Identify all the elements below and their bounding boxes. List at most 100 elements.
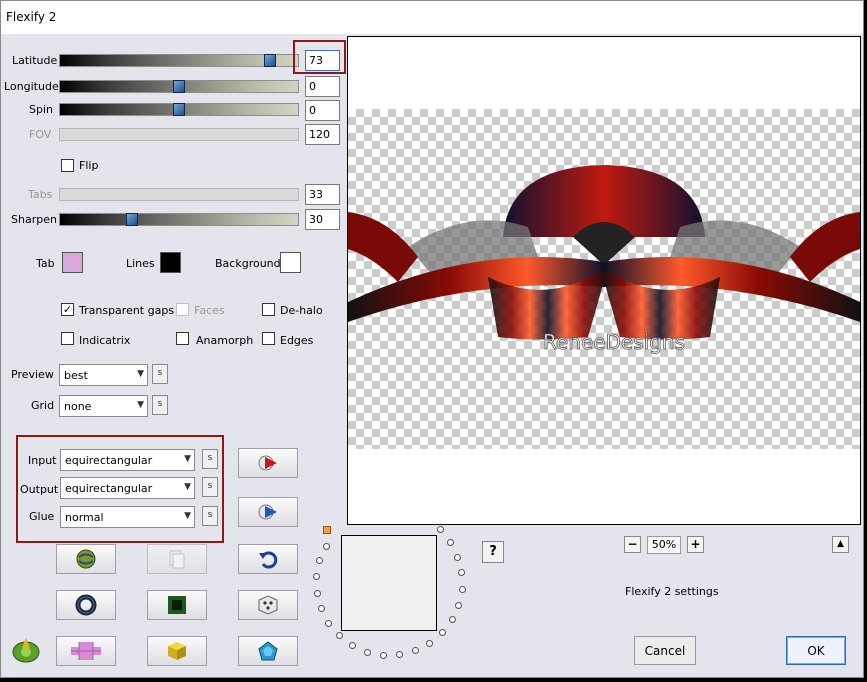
dialog-body: Latitude 73 Longitude 0 Spin 0 FOV 120 F… xyxy=(1,34,863,677)
tile-button[interactable] xyxy=(56,636,116,666)
polyhedron-button[interactable] xyxy=(238,636,298,666)
input-projection-value: equirectangular xyxy=(65,454,153,467)
anamorph-checkbox[interactable] xyxy=(176,332,189,345)
random-button[interactable] xyxy=(238,590,298,620)
input-projection-select[interactable]: equirectangular ▼ xyxy=(60,449,195,471)
globe-button[interactable] xyxy=(56,544,116,574)
dial-dot[interactable] xyxy=(313,589,321,597)
puzzle-icon xyxy=(71,642,101,660)
latitude-label: Latitude xyxy=(12,54,58,67)
navigator-thumbnail[interactable] xyxy=(341,535,437,631)
zoom-in-button[interactable]: + xyxy=(687,536,704,553)
collapse-button[interactable]: ▲ xyxy=(832,536,849,553)
dial-dot[interactable] xyxy=(396,651,404,659)
undo-button[interactable] xyxy=(238,544,298,574)
preview-mode-s-button[interactable]: s xyxy=(152,364,168,384)
dial-dot[interactable] xyxy=(426,639,434,647)
dial-dot[interactable] xyxy=(349,641,357,649)
help-button[interactable]: ? xyxy=(482,541,504,563)
dial-dot[interactable] xyxy=(325,619,333,627)
glue-label: Glue xyxy=(29,510,55,523)
play-output-button[interactable] xyxy=(238,497,298,527)
output-s-button[interactable]: s xyxy=(202,477,218,497)
anamorph-label: Anamorph xyxy=(196,334,254,347)
spin-slider[interactable] xyxy=(59,103,299,116)
grid-select[interactable]: none ▼ xyxy=(59,395,148,417)
dial-dot[interactable] xyxy=(313,573,321,581)
dial-dot[interactable] xyxy=(458,569,466,577)
lines-color-swatch[interactable] xyxy=(160,252,181,273)
dial-dot[interactable] xyxy=(316,557,324,565)
latitude-input[interactable]: 73 xyxy=(305,50,340,71)
indicatrix-checkbox[interactable] xyxy=(61,332,74,345)
output-projection-select[interactable]: equirectangular ▼ xyxy=(60,477,195,499)
dice-icon xyxy=(258,595,278,615)
grid-value: none xyxy=(64,400,92,413)
dial-dot[interactable] xyxy=(322,542,330,550)
dial-dot[interactable] xyxy=(363,648,371,656)
tabs-slider xyxy=(59,188,299,201)
preview-mode-value: best xyxy=(64,369,88,382)
spin-label: Spin xyxy=(29,103,53,116)
dial-dot[interactable] xyxy=(379,651,387,659)
cube-icon xyxy=(168,642,186,660)
play-red-icon xyxy=(258,455,277,471)
dehalo-label: De-halo xyxy=(280,304,323,317)
frame-button[interactable] xyxy=(147,590,207,620)
longitude-label: Longitude xyxy=(4,80,59,93)
cube-button[interactable] xyxy=(147,636,207,666)
tab-color-swatch[interactable] xyxy=(62,252,83,273)
zoom-out-button[interactable]: − xyxy=(624,536,641,553)
cancel-button[interactable]: Cancel xyxy=(634,636,696,665)
preview-mode-label: Preview xyxy=(11,368,54,381)
dial-dot[interactable] xyxy=(454,553,462,561)
chevron-down-icon: ▼ xyxy=(137,369,144,379)
edges-checkbox[interactable] xyxy=(262,332,275,345)
sharpen-slider[interactable] xyxy=(59,213,299,226)
dial-dot[interactable] xyxy=(447,539,455,547)
edges-label: Edges xyxy=(280,334,314,347)
preview-mode-select[interactable]: best ▼ xyxy=(59,364,148,386)
undo-icon xyxy=(259,551,278,569)
latitude-slider[interactable] xyxy=(59,54,299,67)
ok-button[interactable]: OK xyxy=(786,636,846,665)
spin-thumb[interactable] xyxy=(173,103,185,116)
zoom-level: 50% xyxy=(647,536,681,554)
faces-label: Faces xyxy=(194,304,225,317)
tabs-input[interactable]: 33 xyxy=(305,184,340,205)
dial-dot[interactable] xyxy=(436,526,444,534)
chevron-down-icon: ▼ xyxy=(184,482,191,492)
dial-dot[interactable] xyxy=(336,632,344,640)
transparent-gaps-checkbox[interactable]: ✓ xyxy=(61,303,74,316)
fov-input[interactable]: 120 xyxy=(305,124,340,145)
dial-dot[interactable] xyxy=(455,601,463,609)
input-s-button[interactable]: s xyxy=(202,449,218,469)
spin-input[interactable]: 0 xyxy=(305,100,340,121)
glue-s-button[interactable]: s xyxy=(202,506,218,526)
flexify-window: Flexify 2 Latitude 73 Longitude 0 Spin 0… xyxy=(0,0,864,678)
background-color-swatch[interactable] xyxy=(280,252,301,273)
dehalo-checkbox[interactable] xyxy=(262,303,275,316)
sharpen-input[interactable]: 30 xyxy=(305,209,340,230)
latitude-thumb[interactable] xyxy=(264,54,276,67)
tab-color-label: Tab xyxy=(36,257,55,270)
dial-dot[interactable] xyxy=(458,585,466,593)
glue-select[interactable]: normal ▼ xyxy=(60,506,195,528)
dial-dot[interactable] xyxy=(438,629,446,637)
sharpen-label: Sharpen xyxy=(11,213,57,226)
dial-dot[interactable] xyxy=(411,647,419,655)
ring-button[interactable] xyxy=(56,590,116,620)
flip-checkbox[interactable] xyxy=(61,159,74,172)
longitude-slider[interactable] xyxy=(59,80,299,93)
preview-canvas[interactable]: ReneeDesigns xyxy=(347,36,861,525)
dial-dot[interactable] xyxy=(317,605,325,613)
pentagon-icon xyxy=(258,641,278,661)
dial-dot[interactable] xyxy=(448,616,456,624)
longitude-thumb[interactable] xyxy=(173,80,185,93)
longitude-input[interactable]: 0 xyxy=(305,76,340,97)
chevron-down-icon: ▼ xyxy=(184,454,191,464)
sharpen-thumb[interactable] xyxy=(126,213,138,226)
grid-label: Grid xyxy=(31,399,55,412)
grid-s-button[interactable]: s xyxy=(152,395,168,415)
play-input-button[interactable] xyxy=(238,448,298,478)
